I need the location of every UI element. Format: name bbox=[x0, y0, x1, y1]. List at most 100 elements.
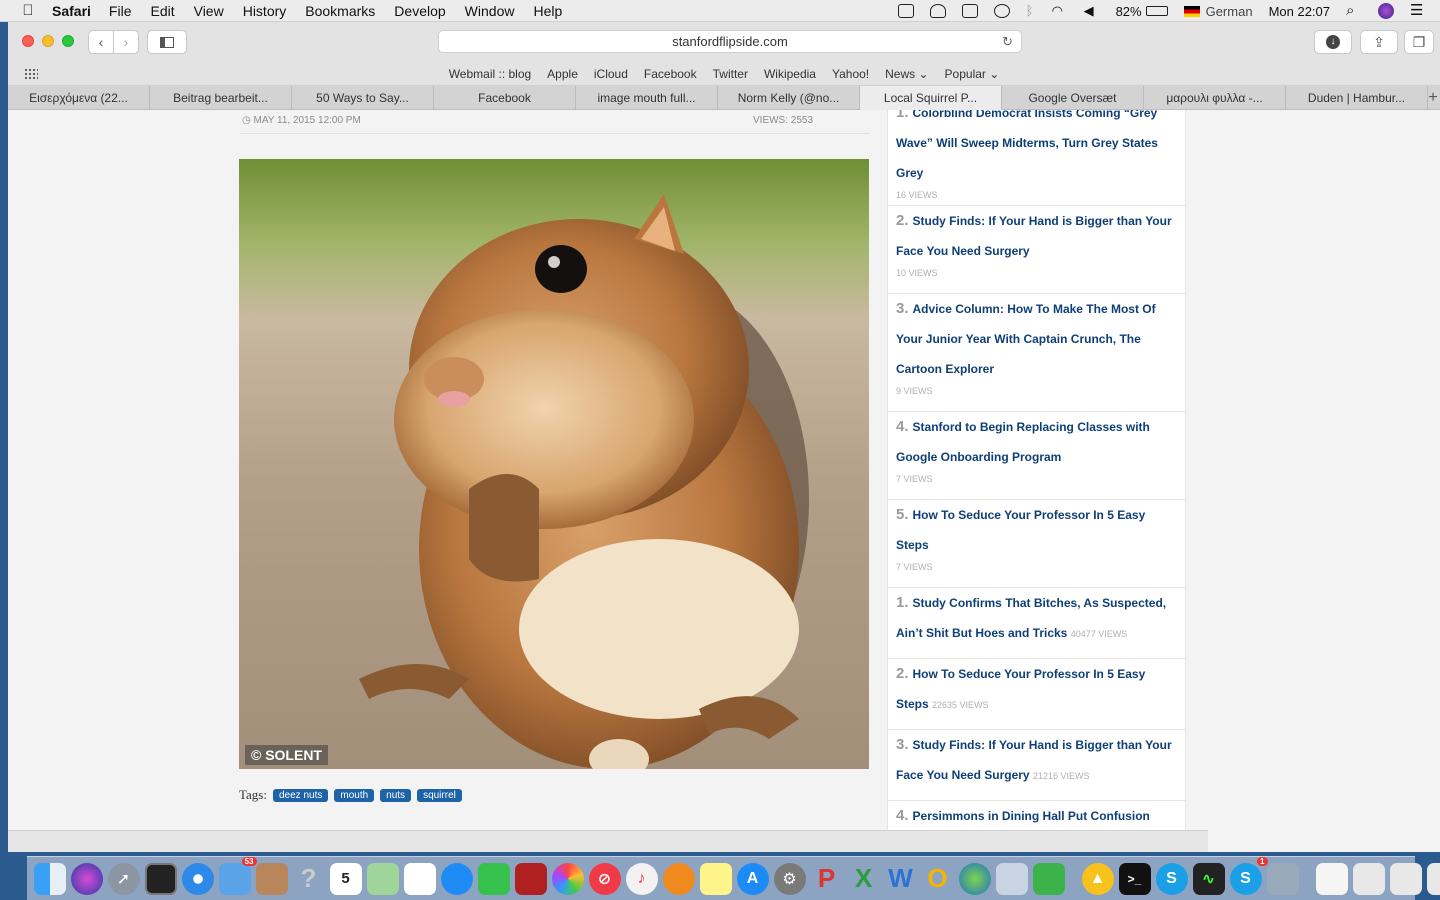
favorite-wikipedia[interactable]: Wikipedia bbox=[764, 67, 816, 81]
excel-icon[interactable]: X bbox=[848, 863, 880, 895]
mission-control-icon[interactable] bbox=[144, 862, 177, 895]
tab-beitrag[interactable]: Beitrag bearbeit... bbox=[150, 86, 292, 110]
tab-facebook[interactable]: Facebook bbox=[434, 86, 576, 110]
photos-icon[interactable] bbox=[551, 862, 584, 895]
checkbox-status-icon[interactable] bbox=[897, 4, 914, 18]
favorite-apple[interactable]: Apple bbox=[547, 67, 578, 81]
popular-article-link[interactable]: 2. How To Seduce Your Professor In 5 Easy… bbox=[896, 659, 1177, 720]
list-item[interactable]: 5. How To Seduce Your Professor In 5 Easy… bbox=[888, 500, 1185, 588]
menu-bookmarks[interactable]: Bookmarks bbox=[305, 3, 375, 19]
menu-clock[interactable]: Mon 22:07 bbox=[1269, 4, 1330, 19]
share-button[interactable]: ⇪ bbox=[1360, 30, 1398, 54]
tab-50-ways[interactable]: 50 Ways to Say... bbox=[292, 86, 434, 110]
notification-center-icon[interactable]: ☰ bbox=[1410, 3, 1426, 18]
launchpad-icon[interactable]: ➚ bbox=[107, 862, 140, 895]
article-photo[interactable]: © SOLENT bbox=[239, 159, 869, 769]
popular-article-link[interactable]: 3. Study Finds: If Your Hand is Bigger th… bbox=[896, 730, 1177, 791]
dropbox-icon[interactable] bbox=[929, 4, 946, 18]
reminders-icon[interactable] bbox=[403, 862, 436, 895]
favorite-news-folder[interactable]: News ⌄ bbox=[885, 67, 928, 81]
tag-squirrel[interactable]: squirrel bbox=[417, 788, 462, 802]
music-icon[interactable]: ♪ bbox=[625, 862, 658, 895]
siri-icon[interactable] bbox=[70, 862, 103, 895]
sidebar-article-link[interactable]: 1. Colorblind Democrat Insists Coming “Gr… bbox=[896, 110, 1177, 188]
list-item[interactable]: 2. Study Finds: If Your Hand is Bigger th… bbox=[888, 206, 1185, 294]
list-item[interactable]: 3. Study Finds: If Your Hand is Bigger th… bbox=[888, 730, 1185, 801]
news-icon[interactable]: ⊘ bbox=[588, 862, 621, 895]
photo-booth-icon[interactable] bbox=[514, 862, 547, 895]
preview-icon[interactable] bbox=[995, 862, 1028, 895]
popular-article-link[interactable]: 1. Study Confirms That Bitches, As Suspec… bbox=[896, 588, 1177, 649]
minimize-window-button[interactable] bbox=[42, 35, 54, 47]
popular-article-link[interactable]: 4. Persimmons in Dining Hall Put Confusio… bbox=[896, 801, 1177, 831]
activity-monitor-icon[interactable]: ∿ bbox=[1192, 862, 1225, 895]
input-source[interactable]: German bbox=[1206, 4, 1253, 19]
airplay-icon[interactable] bbox=[961, 4, 978, 18]
tag-nuts[interactable]: nuts bbox=[380, 788, 412, 802]
forward-button[interactable]: › bbox=[113, 30, 139, 54]
network-icon[interactable] bbox=[958, 862, 991, 895]
favorite-webmail[interactable]: Webmail :: blog bbox=[449, 67, 531, 81]
battery-icon[interactable] bbox=[1145, 6, 1168, 16]
reload-icon[interactable]: ↻ bbox=[1002, 31, 1013, 53]
new-tab-button[interactable]: + bbox=[1428, 86, 1438, 109]
tab-image-mouth[interactable]: image mouth full... bbox=[576, 86, 718, 110]
list-item[interactable]: 4. Stanford to Begin Replacing Classes wi… bbox=[888, 412, 1185, 500]
stickies-icon[interactable] bbox=[699, 862, 732, 895]
tab-overview-button[interactable]: ❐ bbox=[1404, 30, 1434, 54]
terminal-icon[interactable]: >_ bbox=[1118, 862, 1151, 895]
list-item[interactable]: 2. How To Seduce Your Professor In 5 Easy… bbox=[888, 659, 1185, 730]
system-preferences-icon[interactable]: ⚙ bbox=[773, 862, 806, 895]
menu-window[interactable]: Window bbox=[465, 3, 515, 19]
list-item[interactable]: 3. Advice Column: How To Make The Most Of… bbox=[888, 294, 1185, 412]
menu-file[interactable]: File bbox=[109, 3, 132, 19]
menu-view[interactable]: View bbox=[194, 3, 224, 19]
menu-edit[interactable]: Edit bbox=[150, 3, 174, 19]
app-store-icon[interactable]: A bbox=[736, 862, 769, 895]
word-icon[interactable]: W bbox=[885, 863, 917, 895]
books-icon[interactable] bbox=[662, 862, 695, 895]
list-item[interactable]: 1. Colorblind Democrat Insists Coming “Gr… bbox=[888, 110, 1185, 206]
list-item[interactable]: 1. Study Confirms That Bitches, As Suspec… bbox=[888, 588, 1185, 659]
menu-history[interactable]: History bbox=[243, 3, 287, 19]
tab-duden[interactable]: Duden | Hambur... bbox=[1286, 86, 1428, 110]
tag-mouth[interactable]: mouth bbox=[334, 788, 375, 802]
tag-deez-nuts[interactable]: deez nuts bbox=[272, 788, 329, 802]
favorite-popular-folder[interactable]: Popular ⌄ bbox=[945, 67, 1000, 81]
address-bar[interactable]: stanfordflipside.com ↻ bbox=[438, 30, 1022, 53]
window3-icon[interactable] bbox=[1426, 862, 1440, 895]
favorite-facebook[interactable]: Facebook bbox=[644, 67, 697, 81]
sidebar-toggle-button[interactable] bbox=[147, 30, 187, 54]
apple-menu-icon[interactable]:  bbox=[20, 2, 36, 19]
tab-local-squirrel[interactable]: Local Squirrel P... bbox=[860, 86, 1002, 110]
tab-inbox[interactable]: Εισερχόμενα (22... bbox=[8, 86, 150, 110]
outlook-icon[interactable]: O bbox=[922, 863, 954, 895]
favorite-icloud[interactable]: iCloud bbox=[594, 67, 628, 81]
messages-icon[interactable] bbox=[440, 862, 473, 895]
document-icon[interactable] bbox=[1315, 862, 1348, 895]
time-machine-icon[interactable] bbox=[993, 4, 1010, 18]
menu-app-name[interactable]: Safari bbox=[52, 3, 91, 19]
screenshot-icon[interactable] bbox=[1266, 862, 1299, 895]
sidebar-article-link[interactable]: 2. Study Finds: If Your Hand is Bigger th… bbox=[896, 206, 1177, 266]
spotlight-icon[interactable]: ⌕ bbox=[1346, 3, 1362, 18]
horizontal-scrollbar[interactable] bbox=[8, 830, 1208, 852]
sidebar-article-link[interactable]: 5. How To Seduce Your Professor In 5 Easy… bbox=[896, 500, 1177, 560]
finder-icon[interactable] bbox=[33, 862, 66, 895]
menu-help[interactable]: Help bbox=[533, 3, 562, 19]
skype-badge-icon[interactable]: S 1 bbox=[1229, 856, 1268, 895]
facetime-icon[interactable] bbox=[477, 862, 510, 895]
favorite-yahoo[interactable]: Yahoo! bbox=[832, 67, 869, 81]
window2-icon[interactable] bbox=[1389, 862, 1422, 895]
sidebar-article-link[interactable]: 3. Advice Column: How To Make The Most Of… bbox=[896, 294, 1177, 384]
help-icon[interactable]: ? bbox=[293, 863, 325, 895]
wifi-icon[interactable]: ◠ bbox=[1052, 4, 1068, 18]
siri-menu-icon[interactable] bbox=[1378, 3, 1394, 19]
menu-develop[interactable]: Develop bbox=[394, 3, 445, 19]
tab-google-translate[interactable]: Google Oversæt bbox=[1002, 86, 1144, 110]
contacts-icon[interactable] bbox=[1032, 862, 1065, 895]
bluetooth-icon[interactable]: ᛒ bbox=[1026, 4, 1036, 18]
favorite-twitter[interactable]: Twitter bbox=[713, 67, 748, 81]
calendar-icon[interactable]: 5 bbox=[329, 862, 362, 895]
volume-icon[interactable]: ◀ bbox=[1084, 4, 1100, 18]
